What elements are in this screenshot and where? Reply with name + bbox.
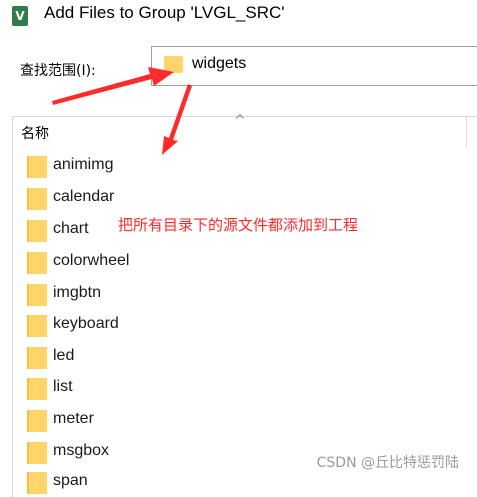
annotation-text: 把所有目录下的源文件都添加到工程 bbox=[118, 216, 359, 234]
arrow-to-dropdown bbox=[52, 67, 174, 105]
arrow-to-list bbox=[162, 84, 192, 155]
annotation-arrows bbox=[52, 67, 192, 155]
watermark: CSDN @丘比特惩罚陆 bbox=[316, 455, 459, 471]
